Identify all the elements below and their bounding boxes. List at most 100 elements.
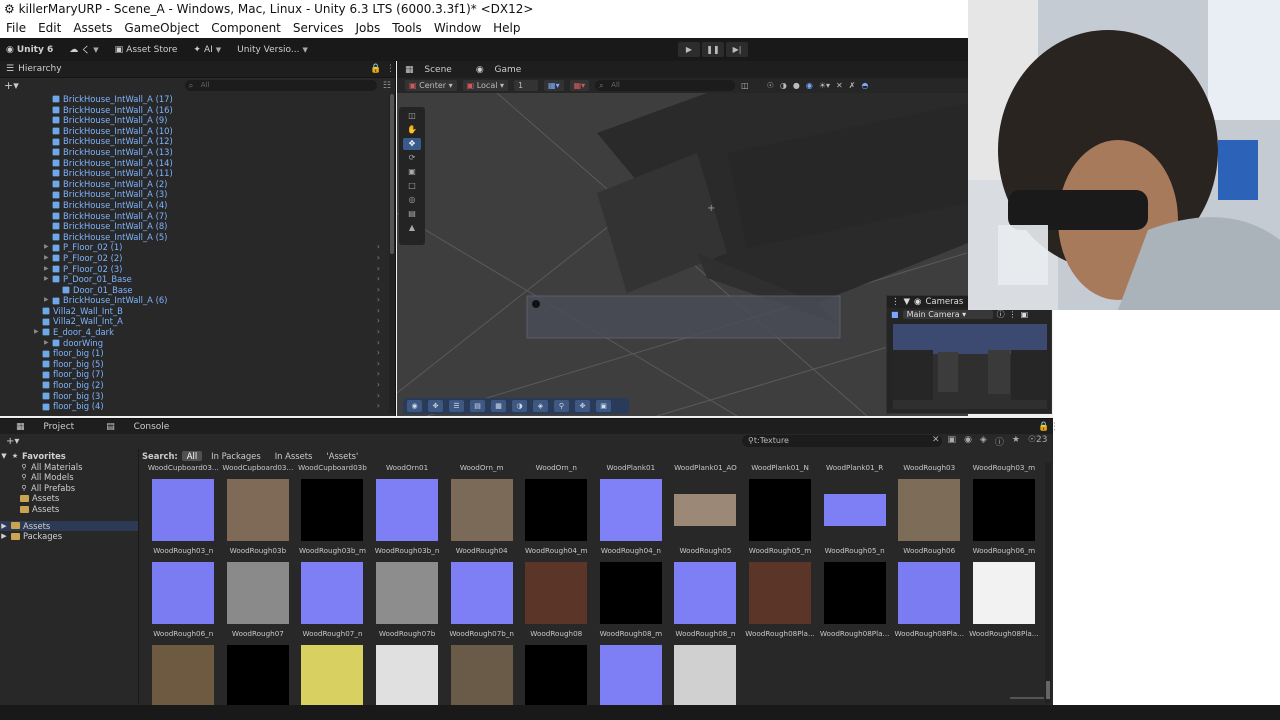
- hierarchy-row[interactable]: BrickHouse_IntWall_A (8): [0, 221, 390, 232]
- chevron-right-icon[interactable]: ›: [377, 264, 380, 275]
- asset-tile[interactable]: [519, 557, 594, 629]
- hierarchy-row[interactable]: BrickHouse_IntWall_A (10): [0, 126, 390, 137]
- overlay-tool-1-icon[interactable]: ◉: [407, 400, 422, 412]
- hierarchy-row[interactable]: BrickHouse_IntWall_A (3): [0, 189, 390, 200]
- menu-file[interactable]: File: [0, 19, 32, 38]
- asset-store-button[interactable]: ▣ Asset Store: [109, 43, 184, 57]
- project-search-input[interactable]: ⚲t:Texture: [742, 435, 942, 447]
- add-icon[interactable]: +▾: [4, 79, 19, 92]
- gizmos-icon[interactable]: ◓: [861, 81, 868, 90]
- expand-arrow-icon[interactable]: ▶: [44, 338, 52, 349]
- grid-snap-field[interactable]: 1: [514, 80, 539, 91]
- menu-edit[interactable]: Edit: [32, 19, 67, 38]
- hierarchy-row[interactable]: ▶ P_Floor_02 (1) ›: [0, 242, 390, 253]
- asset-tile[interactable]: [967, 557, 1042, 629]
- asset-name[interactable]: WoodOrn01: [370, 463, 445, 474]
- asset-name[interactable]: WoodPlank01: [594, 463, 669, 474]
- favorite-item[interactable]: ⚲ All Materials: [0, 462, 138, 473]
- scene-viewport[interactable]: +: [397, 93, 968, 416]
- expand-arrow-icon[interactable]: ▶: [44, 264, 52, 275]
- search-filter-icon[interactable]: ☷: [383, 81, 391, 91]
- rect-tool-icon[interactable]: □: [403, 180, 421, 192]
- asset-name[interactable]: WoodRough03: [892, 463, 967, 474]
- scene-camera-icon[interactable]: ◫: [741, 81, 749, 90]
- zoom-slider[interactable]: [1010, 697, 1044, 699]
- account-dropdown[interactable]: ☁ く ▼: [63, 41, 104, 58]
- search-by-type-icon[interactable]: ▣: [948, 435, 957, 448]
- asset-name[interactable]: WoodRough03_m: [967, 463, 1042, 474]
- tab-scene[interactable]: ▦ Scene: [397, 62, 468, 78]
- asset-name[interactable]: WoodPlank01_AO: [668, 463, 743, 474]
- transform-tool-icon[interactable]: ◎: [403, 194, 421, 206]
- asset-tile[interactable]: [221, 474, 296, 546]
- hierarchy-row[interactable]: Villa2_Wall_Int_A ›: [0, 316, 390, 327]
- asset-tile[interactable]: [221, 557, 296, 629]
- chevron-right-icon[interactable]: ›: [377, 338, 380, 349]
- asset-tile[interactable]: [444, 557, 519, 629]
- play-button[interactable]: ▶: [678, 42, 700, 57]
- asset-tile[interactable]: [594, 557, 669, 629]
- hierarchy-row[interactable]: BrickHouse_IntWall_A (11): [0, 168, 390, 179]
- asset-tile[interactable]: [892, 557, 967, 629]
- hierarchy-row[interactable]: ▶ P_Door_01_Base ›: [0, 274, 390, 285]
- hierarchy-row[interactable]: Door_01_Base ›: [0, 285, 390, 296]
- chevron-right-icon[interactable]: ›: [377, 369, 380, 380]
- ai-dropdown[interactable]: ✦ AI ▼: [187, 43, 227, 57]
- asset-tile[interactable]: [743, 557, 818, 629]
- kebab-menu-icon[interactable]: ⋮: [1042, 420, 1067, 434]
- chevron-right-icon[interactable]: ›: [377, 253, 380, 264]
- menu-tools[interactable]: Tools: [386, 19, 428, 38]
- asset-tile[interactable]: [594, 640, 669, 705]
- hierarchy-row[interactable]: floor_big (5) ›: [0, 359, 390, 370]
- hierarchy-row[interactable]: floor_big (2) ›: [0, 380, 390, 391]
- hierarchy-search-input[interactable]: All: [184, 80, 377, 91]
- asset-tile[interactable]: [221, 640, 296, 705]
- info-icon[interactable]: ⓘ: [997, 309, 1005, 320]
- visibility-icon[interactable]: ✕: [836, 81, 843, 90]
- chevron-right-icon[interactable]: ›: [377, 327, 380, 338]
- asset-tile[interactable]: [444, 640, 519, 705]
- scope-folder-button[interactable]: 'Assets': [321, 451, 363, 461]
- add-icon[interactable]: +▾: [6, 436, 19, 447]
- star-icon[interactable]: ★: [1012, 435, 1020, 448]
- chevron-right-icon[interactable]: ›: [377, 285, 380, 296]
- tag-icon[interactable]: ◈: [980, 435, 987, 448]
- overlay-tool-5-icon[interactable]: ▦: [491, 400, 506, 412]
- step-button[interactable]: ▶|: [726, 42, 748, 57]
- gizmo-globe-icon[interactable]: ☉: [767, 81, 774, 90]
- hierarchy-row[interactable]: BrickHouse_IntWall_A (5): [0, 232, 390, 243]
- tab-console[interactable]: ▤ Console: [90, 420, 185, 434]
- asset-tile[interactable]: [743, 474, 818, 546]
- asset-tile[interactable]: [146, 474, 221, 546]
- menu-services[interactable]: Services: [287, 19, 350, 38]
- overlay-tool-3-icon[interactable]: ☰: [449, 400, 464, 412]
- asset-tile[interactable]: [295, 640, 370, 705]
- hierarchy-row[interactable]: ▶ BrickHouse_IntWall_A (6) ›: [0, 295, 390, 306]
- tab-hierarchy[interactable]: Hierarchy: [14, 61, 70, 77]
- expand-arrow-icon[interactable]: ▶: [44, 253, 52, 264]
- kebab-menu-icon[interactable]: ⋮: [1009, 310, 1017, 319]
- menu-window[interactable]: Window: [428, 19, 487, 38]
- scope-in-assets-button[interactable]: In Assets: [270, 451, 318, 461]
- asset-tile[interactable]: [370, 557, 445, 629]
- favorite-item[interactable]: ⚲ All Models: [0, 472, 138, 483]
- pivot-dropdown[interactable]: ▣ Center ▾: [405, 80, 457, 91]
- unity-account-button[interactable]: ◉ Unity 6: [0, 43, 59, 57]
- search-by-label-icon[interactable]: ◉: [964, 435, 972, 448]
- hand-tool-icon[interactable]: ✋: [403, 124, 421, 136]
- overlay-tool-2-icon[interactable]: ✥: [428, 400, 443, 412]
- chevron-right-icon[interactable]: ›: [377, 274, 380, 285]
- hierarchy-row[interactable]: BrickHouse_IntWall_A (17): [0, 94, 390, 105]
- overlay-tool-9-icon[interactable]: ✥: [575, 400, 590, 412]
- asset-tile[interactable]: [444, 474, 519, 546]
- hierarchy-row[interactable]: BrickHouse_IntWall_A (9): [0, 115, 390, 126]
- asset-tile[interactable]: [146, 640, 221, 705]
- asset-tile[interactable]: [594, 474, 669, 546]
- camera-select[interactable]: Main Camera ▾: [902, 309, 993, 319]
- asset-name[interactable]: WoodCupboard03...: [146, 463, 221, 474]
- clear-search-icon[interactable]: ✕: [932, 435, 940, 448]
- custom-tool-icon[interactable]: ▤: [403, 208, 421, 220]
- fit-icon[interactable]: ▣: [1021, 310, 1029, 319]
- asset-tile[interactable]: [967, 474, 1042, 546]
- grid-toggle[interactable]: ▦▾: [544, 80, 564, 91]
